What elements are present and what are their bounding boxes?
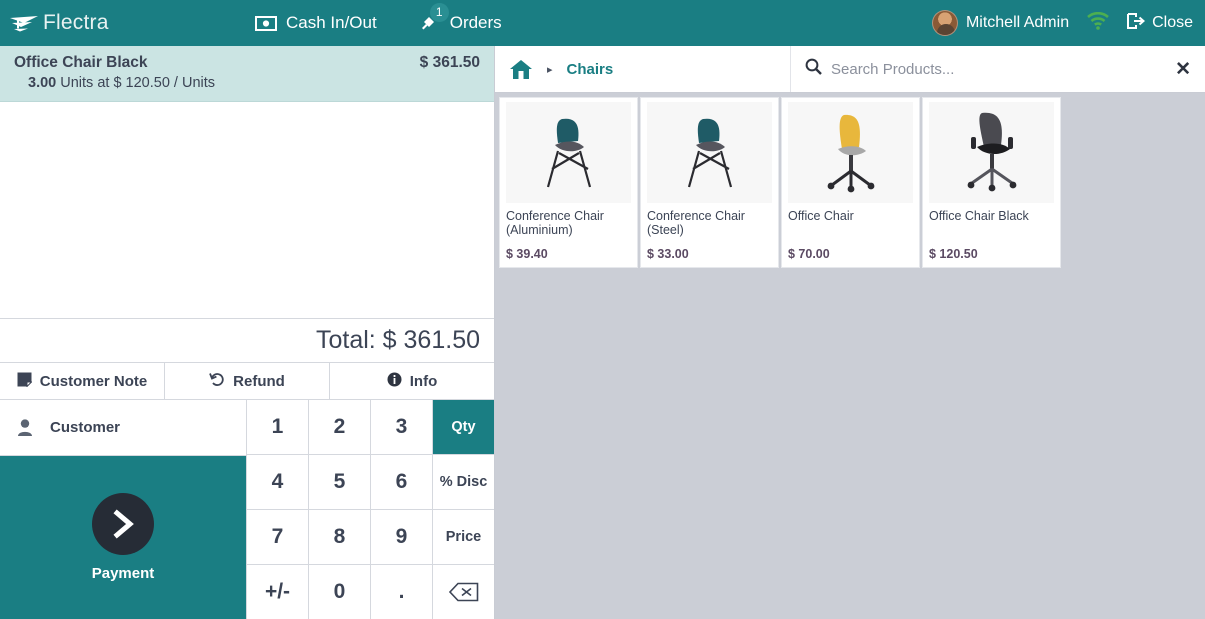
person-icon (0, 418, 50, 437)
product-name: Conference Chair (Steel) (647, 209, 745, 238)
product-image-conference-chair-steel (647, 102, 772, 203)
flectra-bird-icon (10, 16, 38, 32)
customer-note-label: Customer Note (39, 372, 148, 390)
numpad-key-5[interactable]: 5 (309, 455, 370, 509)
order-line-price: $ 361.50 (419, 54, 480, 71)
logout-icon (1127, 12, 1146, 34)
product-image-office-chair (788, 102, 913, 203)
numpad-key-3[interactable]: 3 (371, 400, 432, 454)
product-price: $ 70.00 (788, 247, 830, 261)
numpad-key-decimal[interactable]: . (371, 565, 432, 619)
refund-undo-icon (209, 372, 225, 391)
numpad-mode-discount[interactable]: % Disc (433, 455, 494, 509)
info-button[interactable]: Info (330, 363, 494, 399)
numpad-mode-qty[interactable]: Qty (433, 400, 494, 454)
numpad-key-4[interactable]: 4 (247, 455, 308, 509)
user-name: Mitchell Admin (965, 14, 1070, 31)
order-line-qty: 3.00 (28, 75, 57, 91)
customer-payment-column: Customer Payment (0, 400, 247, 619)
numpad-key-0[interactable]: 0 (309, 565, 370, 619)
cash-in-out-button[interactable]: Cash In/Out (255, 0, 377, 46)
numpad-mode-price[interactable]: Price (433, 510, 494, 564)
customer-button[interactable]: Customer (0, 400, 246, 456)
order-lines: Office Chair Black $ 361.50 3.00 Units a… (0, 46, 494, 318)
breadcrumb-current-category[interactable]: Chairs (567, 61, 614, 78)
order-bottom: Customer Payment 1 2 3 Qty 4 5 6 % Disc … (0, 400, 494, 619)
order-line-detail: 3.00 Units at $ 120.50 / Units (14, 75, 480, 91)
orders-count-badge: 1 (429, 3, 449, 22)
order-line-header: Office Chair Black $ 361.50 (14, 54, 480, 72)
numpad-key-6[interactable]: 6 (371, 455, 432, 509)
search-box: ✕ (790, 46, 1205, 92)
payment-button[interactable]: Payment (0, 456, 246, 619)
numpad-key-9[interactable]: 9 (371, 510, 432, 564)
brand-logo[interactable]: Flectra (0, 11, 250, 35)
product-list: Conference Chair (Aluminium) $ 39.40 Con… (495, 93, 1205, 619)
info-circle-icon (387, 372, 402, 391)
product-panel: ▸ Chairs ✕ (495, 46, 1205, 619)
numpad-key-plusminus[interactable]: +/- (247, 565, 308, 619)
product-card[interactable]: Office Chair Black $ 120.50 (922, 97, 1061, 268)
orders-button[interactable]: 1 Orders (419, 0, 502, 46)
payment-label: Payment (91, 565, 155, 582)
product-subheader: ▸ Chairs ✕ (495, 46, 1205, 93)
numpad-key-7[interactable]: 7 (247, 510, 308, 564)
search-icon (805, 58, 822, 80)
user-menu[interactable]: Mitchell Admin (931, 10, 1070, 36)
avatar (931, 10, 958, 36)
search-input[interactable] (831, 60, 1167, 78)
product-card[interactable]: Conference Chair (Steel) $ 33.00 (640, 97, 779, 268)
product-card[interactable]: Conference Chair (Aluminium) $ 39.40 (499, 97, 638, 268)
numpad-backspace-button[interactable] (433, 565, 494, 619)
numpad-key-1[interactable]: 1 (247, 400, 308, 454)
top-bar-actions: Cash In/Out 1 Orders (255, 0, 502, 46)
orders-label: Orders (449, 13, 502, 32)
top-bar-right: Mitchell Admin Close (931, 10, 1205, 36)
order-line-unit-text: Units at $ 120.50 / Units (56, 75, 216, 91)
info-label: Info (409, 372, 438, 390)
top-bar: Flectra Cash In/Out 1 Orders Mitchell Ad… (0, 0, 1205, 46)
close-button[interactable]: Close (1127, 12, 1193, 34)
brand-name: Flectra (43, 11, 109, 34)
product-price: $ 33.00 (647, 247, 689, 261)
product-name: Conference Chair (Aluminium) (506, 209, 604, 238)
order-total: Total: $ 361.50 (0, 318, 494, 362)
customer-note-button[interactable]: Customer Note (0, 363, 165, 399)
home-icon[interactable] (509, 58, 533, 81)
numpad: 1 2 3 Qty 4 5 6 % Disc 7 8 9 Price +/- 0… (247, 400, 494, 619)
product-name: Office Chair (788, 209, 854, 223)
cash-in-out-label: Cash In/Out (286, 13, 377, 32)
product-price: $ 39.40 (506, 247, 548, 261)
product-image-conference-chair-aluminium (506, 102, 631, 203)
product-name: Office Chair Black (929, 209, 1029, 223)
close-x-icon[interactable]: ✕ (1175, 60, 1191, 79)
order-panel: Office Chair Black $ 361.50 3.00 Units a… (0, 46, 495, 619)
order-line-name: Office Chair Black (14, 54, 148, 71)
refund-button[interactable]: Refund (165, 363, 330, 399)
backspace-icon (448, 582, 478, 602)
breadcrumb: ▸ Chairs (495, 46, 790, 92)
order-line[interactable]: Office Chair Black $ 361.50 3.00 Units a… (0, 46, 494, 102)
product-card[interactable]: Office Chair $ 70.00 (781, 97, 920, 268)
product-image-office-chair-black (929, 102, 1054, 203)
chevron-right-icon (92, 493, 154, 555)
close-label: Close (1152, 14, 1193, 31)
customer-label: Customer (50, 419, 121, 436)
cash-banknote-icon (255, 15, 277, 31)
numpad-key-8[interactable]: 8 (309, 510, 370, 564)
product-price: $ 120.50 (929, 247, 978, 261)
order-actions-tabs: Customer Note Refund Info (0, 362, 494, 400)
refund-label: Refund (233, 372, 285, 390)
wifi-icon[interactable] (1086, 11, 1110, 35)
breadcrumb-separator: ▸ (547, 63, 553, 76)
note-icon (17, 372, 33, 391)
pos-app: Flectra Cash In/Out 1 Orders Mitchell Ad… (0, 0, 1205, 619)
numpad-key-2[interactable]: 2 (309, 400, 370, 454)
main-area: Office Chair Black $ 361.50 3.00 Units a… (0, 46, 1205, 619)
